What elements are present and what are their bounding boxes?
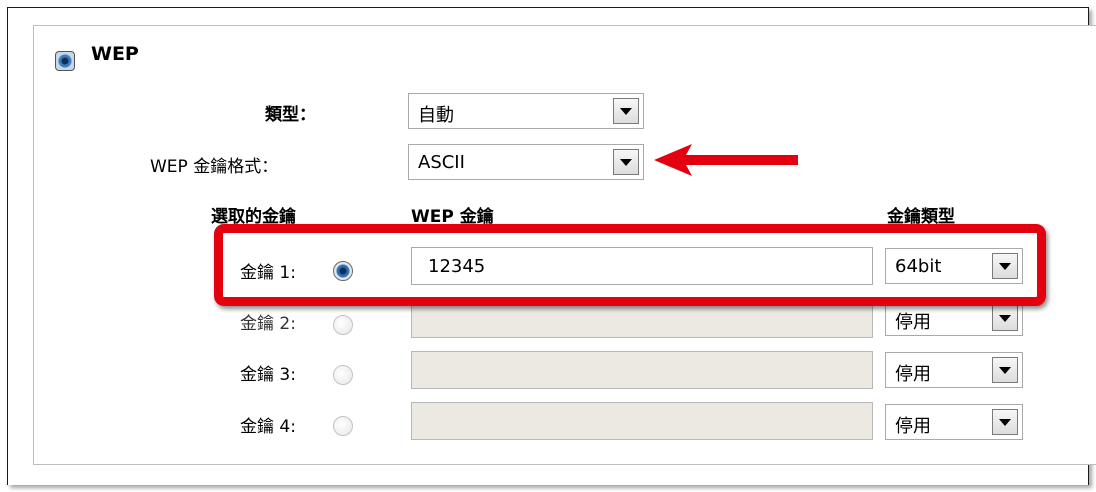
key-4-label: 金鑰 4:	[240, 417, 296, 437]
chevron-down-icon[interactable]	[613, 98, 639, 124]
key-format-select[interactable]: ASCII	[408, 144, 644, 180]
type-select-value: 自動	[418, 105, 454, 126]
wep-radio[interactable]	[55, 51, 75, 71]
key-4-type-select[interactable]: 停用	[885, 404, 1023, 440]
key-4-type-value: 停用	[895, 416, 931, 437]
key-3-type-select[interactable]: 停用	[885, 352, 1023, 388]
key-2-radio[interactable]	[333, 315, 353, 335]
key-4-input[interactable]	[411, 402, 873, 440]
type-select[interactable]: 自動	[408, 93, 644, 129]
key-4-radio[interactable]	[333, 416, 353, 436]
chevron-down-icon[interactable]	[992, 357, 1018, 383]
key-3-type-value: 停用	[895, 364, 931, 385]
red-arrow-annotation	[654, 144, 798, 176]
highlight-box-annotation	[214, 224, 1046, 306]
key-3-radio[interactable]	[333, 365, 353, 385]
key-format-label: WEP 金鑰格式：	[150, 157, 279, 177]
key-2-label: 金鑰 2:	[240, 314, 296, 334]
type-label: 類型：	[265, 105, 316, 125]
key-2-type-value: 停用	[895, 312, 931, 333]
wep-title: WEP	[91, 43, 139, 65]
chevron-down-icon[interactable]	[992, 305, 1018, 331]
key-3-input[interactable]	[411, 351, 873, 389]
chevron-down-icon[interactable]	[613, 149, 639, 175]
key-format-value: ASCII	[418, 152, 465, 173]
key-3-label: 金鑰 3:	[240, 365, 296, 385]
chevron-down-icon[interactable]	[992, 409, 1018, 435]
